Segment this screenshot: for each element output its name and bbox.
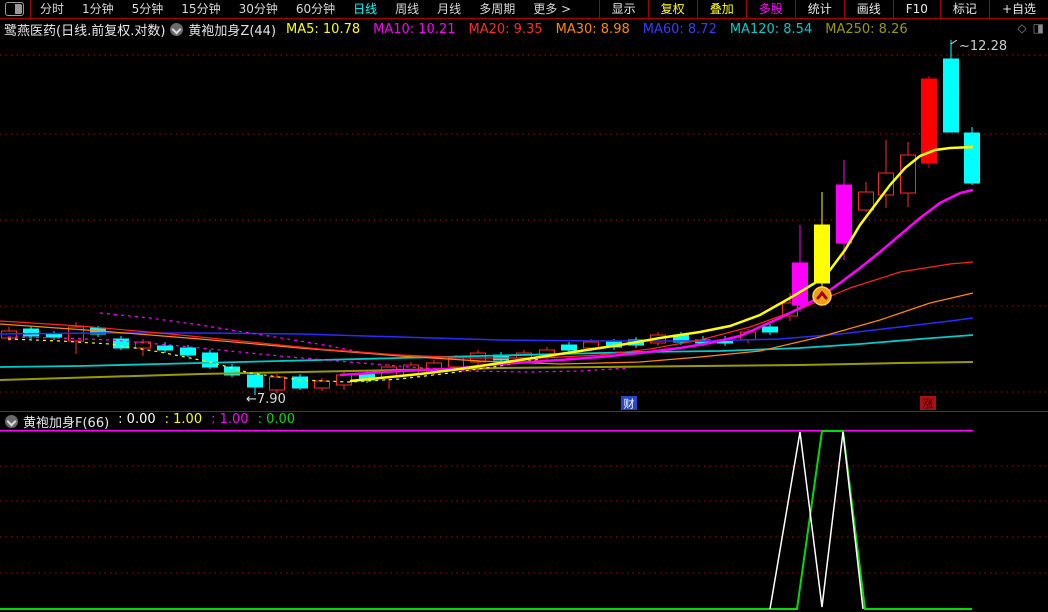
period-tab-9[interactable]: 多周期	[470, 0, 524, 18]
chart-corner-icons: ◇ ◨	[1017, 21, 1044, 35]
indicator-name[interactable]: 黄袍加身Z(44)	[188, 20, 276, 39]
price-label-1: ←7.90	[246, 392, 286, 407]
series-green-signal	[0, 430, 972, 610]
candle-body	[336, 374, 352, 386]
candle-body	[836, 184, 852, 244]
ma-value-4: MA60: 8.72	[642, 22, 717, 37]
candle-body	[583, 341, 599, 349]
indicator-panel-value-3: : 1.00	[211, 412, 249, 427]
indicator-panel-value-4: : 0.00	[257, 412, 296, 427]
ma-value-6: MA250: 8.26	[825, 22, 908, 37]
period-tab-4[interactable]: 30分钟	[230, 0, 287, 18]
tool-menu-item-7[interactable]: 标记	[939, 0, 989, 18]
series-white-signal	[769, 431, 864, 610]
candle-body	[157, 345, 173, 351]
indicator-values: 黄袍加身F(66) : 0.00 : 1.00 : 1.00 : 0.00	[23, 412, 295, 431]
period-tab-3[interactable]: 15分钟	[172, 0, 229, 18]
candle-body	[292, 376, 308, 389]
ma-value-0: MA5: 10.78	[286, 22, 361, 37]
stock-title: 鹭燕医药(日线.前复权.对数)	[4, 24, 166, 39]
candle-body	[762, 326, 778, 333]
tool-menu-item-0[interactable]: 显示	[598, 0, 648, 18]
period-tab-5[interactable]: 60分钟	[287, 0, 344, 18]
event-badge[interactable]: 涨	[920, 396, 936, 411]
title-bar: 鹭燕医药(日线.前复权.对数) 黄袍加身Z(44) MA5: 10.78 MA10…	[0, 19, 1048, 40]
ma-value-5: MA120: 8.54	[729, 22, 813, 37]
candle-body	[964, 132, 980, 184]
indicator-panel-name[interactable]: 黄袍加身F(66)	[23, 412, 109, 431]
ma-value-2: MA20: 9.35	[468, 22, 543, 37]
ma-values: MA5: 10.78 MA10: 10.21 MA20: 9.35 MA30: 8.9…	[286, 22, 908, 37]
ma-line-MA60	[0, 317, 974, 342]
tool-menu-item-4[interactable]: 统计	[794, 0, 844, 18]
tool-menu-item-3[interactable]: 多股	[745, 0, 795, 18]
top-menu-bar: 分时 1分钟 5分钟 15分钟 30分钟 60分钟 日线 周线 月线 多周期 更多 > 显示 复权 叠加…	[0, 0, 1048, 19]
candle-body	[23, 328, 39, 337]
buy-signal-marker	[812, 286, 832, 306]
split-icon[interactable]: ◨	[1033, 21, 1044, 35]
high-price-tick	[950, 40, 958, 45]
collapse-chevron-icon[interactable]	[5, 415, 18, 428]
tool-menu: 显示 复权 叠加 多股 统计 画线 F10 标记 +自选	[598, 0, 1048, 18]
svg-text:涨: 涨	[923, 398, 934, 411]
tool-menu-item-2[interactable]: 叠加	[696, 0, 746, 18]
ma-value-3: MA30: 8.98	[555, 22, 630, 37]
candle-body	[202, 352, 218, 368]
candle-body	[46, 333, 62, 338]
tool-menu-item-6[interactable]: F10	[892, 0, 940, 18]
indicator-panel-value-1: : 0.00	[118, 412, 156, 427]
period-tab-7[interactable]: 周线	[386, 0, 428, 18]
period-tab-8[interactable]: 月线	[428, 0, 470, 18]
tool-menu-item-5[interactable]: 画线	[843, 0, 893, 18]
indicator-panel-header: 黄袍加身F(66) : 0.00 : 1.00 : 1.00 : 0.00	[0, 412, 1048, 431]
period-tab-2[interactable]: 5分钟	[123, 0, 173, 18]
candle-body	[943, 58, 959, 133]
candle-body	[792, 262, 808, 306]
candle-body	[180, 347, 196, 356]
period-tab-6[interactable]: 日线	[344, 0, 386, 18]
collapse-chevron-icon[interactable]	[170, 23, 184, 36]
svg-text:财: 财	[624, 397, 635, 411]
tool-menu-item-8[interactable]: +自选	[988, 0, 1048, 18]
period-tab-1[interactable]: 1分钟	[73, 0, 123, 18]
candle-body	[314, 380, 330, 389]
candle-body	[247, 374, 263, 388]
period-menu: 分时 1分钟 5分钟 15分钟 30分钟 60分钟 日线 周线 月线 多周期 更多 >	[31, 0, 580, 18]
split-pane-icon[interactable]	[5, 2, 24, 16]
candle-body	[858, 191, 874, 211]
period-tab-10[interactable]: 更多 >	[524, 0, 580, 18]
ma-value-1: MA10: 10.21	[373, 22, 456, 37]
indicator-panel-value-2: : 1.00	[164, 412, 203, 427]
price-label-0: ~12.28	[959, 40, 1007, 54]
candle-body	[561, 344, 577, 351]
tool-menu-item-1[interactable]: 复权	[647, 0, 697, 18]
event-badge[interactable]: 财	[621, 396, 637, 411]
candle-body	[269, 376, 285, 391]
main-chart[interactable]: ~12.28 ←7.90 财 涨	[0, 40, 1048, 411]
arrow-icon[interactable]: ◇	[1017, 21, 1026, 35]
indicator-chart[interactable]	[0, 430, 1048, 612]
period-tab-0[interactable]: 分时	[31, 0, 73, 18]
candle-body	[814, 224, 830, 284]
